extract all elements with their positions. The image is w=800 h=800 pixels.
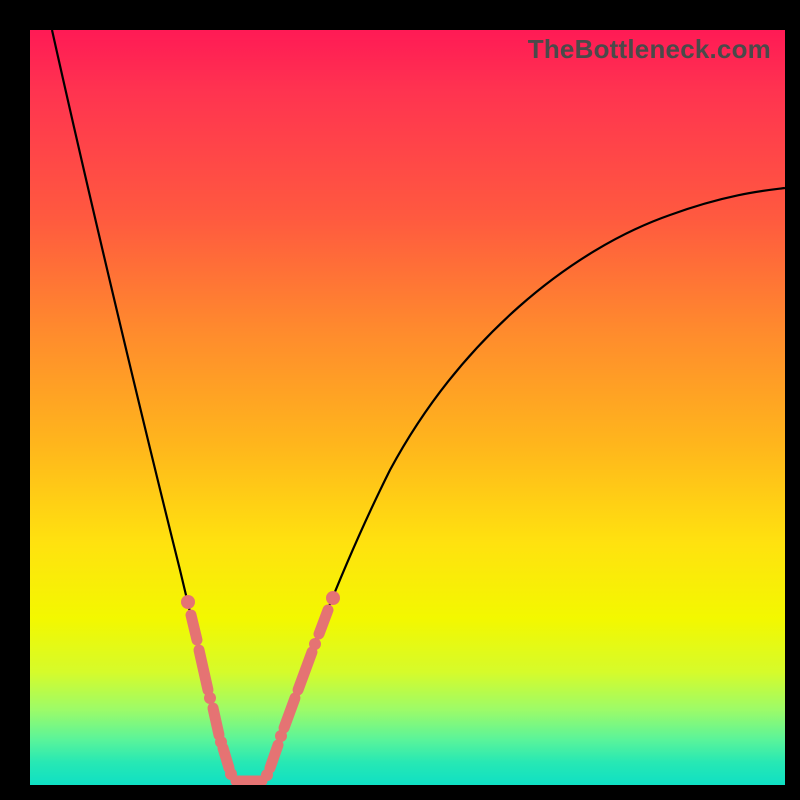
plot-area: TheBottleneck.com bbox=[30, 30, 785, 785]
beads-right bbox=[261, 591, 340, 781]
beads-left bbox=[181, 595, 237, 780]
curve-right-branch bbox=[264, 188, 785, 782]
chart-frame: TheBottleneck.com bbox=[0, 0, 800, 800]
curve-layer bbox=[30, 30, 785, 785]
